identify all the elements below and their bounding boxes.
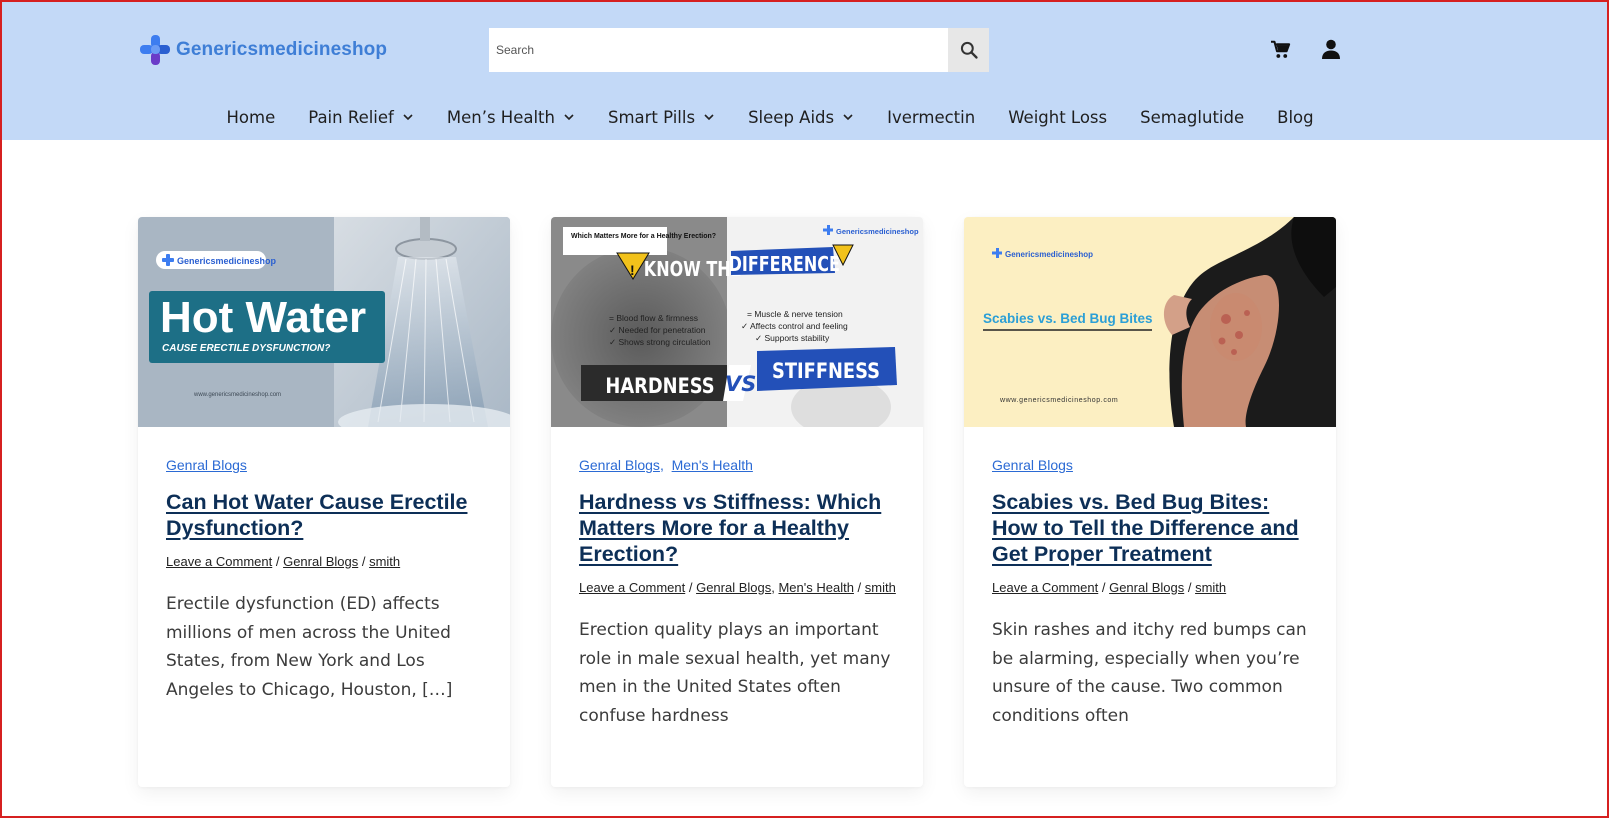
nav-item-smart-pills[interactable]: Smart Pills	[608, 108, 715, 127]
user-icon	[1322, 39, 1340, 59]
svg-text:!: !	[630, 262, 635, 278]
image-banner-right: DIFFERENCE	[729, 253, 840, 276]
image-banner-left: KNOW THE	[644, 258, 742, 281]
account-button[interactable]	[1321, 39, 1341, 62]
chevron-down-icon	[843, 114, 853, 121]
nav-item-weight-loss[interactable]: Weight Loss	[1008, 108, 1107, 127]
nav-item-sleep-aids[interactable]: Sleep Aids	[748, 108, 854, 127]
image-headline-text: Scabies vs. Bed Bug Bites	[983, 311, 1153, 326]
nav-item-blog[interactable]: Blog	[1277, 108, 1313, 127]
category-link[interactable]: Genral Blogs	[166, 457, 247, 473]
post-categories: Genral Blogs, Men's Health	[579, 457, 753, 473]
image-url-text: www.genericsmedicineshop.com	[193, 392, 281, 398]
post-thumbnail[interactable]: Genericsmedicineshop Scabies vs. Bed Bug…	[964, 217, 1336, 427]
nav-item-pain-relief[interactable]: Pain Relief	[308, 108, 414, 127]
main-nav: Home Pain Relief Men’s Health Smart Pill…	[210, 102, 1330, 132]
post-card: Which Matters More for a Healthy Erectio…	[551, 217, 923, 787]
comment-link[interactable]: Leave a Comment	[992, 580, 1098, 595]
author-link[interactable]: smith	[369, 554, 400, 569]
post-thumbnail[interactable]: Which Matters More for a Healthy Erectio…	[551, 217, 923, 427]
left-point-3: ✓ Shows strong circulation	[609, 337, 711, 347]
image-headline-text: Hot Water	[160, 293, 366, 342]
post-categories: Genral Blogs	[992, 457, 1312, 473]
left-point-1: = Blood flow & firmness	[609, 313, 698, 323]
post-meta: Leave a Comment / Genral Blogs / smith	[166, 554, 401, 569]
image-brand-text: Genericsmedicineshop	[836, 227, 919, 236]
author-link[interactable]: smith	[865, 580, 896, 595]
right-point-2: ✓ Affects control and feeling	[741, 321, 848, 331]
image-brand-text: Genericsmedicineshop	[1005, 250, 1093, 259]
scabies-vs-bed-bug-image: Genericsmedicineshop Scabies vs. Bed Bug…	[964, 217, 1336, 427]
chevron-down-icon	[564, 114, 574, 121]
post-thumbnail[interactable]: Genericsmedicineshop Hot Water CAUSE ERE…	[138, 217, 510, 427]
search-form	[489, 28, 989, 72]
post-excerpt: Skin rashes and itchy red bumps can be a…	[992, 620, 1307, 726]
chevron-down-icon	[704, 114, 714, 121]
meta-category-link[interactable]: Genral Blogs	[696, 580, 771, 595]
nav-item-home[interactable]: Home	[227, 108, 276, 127]
category-link[interactable]: Genral Blogs	[579, 457, 660, 473]
nav-item-ivermectin[interactable]: Ivermectin	[887, 108, 975, 127]
image-left-label: HARDNESS	[605, 374, 714, 399]
image-subhead-text: CAUSE ERECTILE DYSFUNCTION?	[162, 343, 330, 354]
post-card: Genericsmedicineshop Hot Water CAUSE ERE…	[138, 217, 510, 787]
nav-item-semaglutide[interactable]: Semaglutide	[1140, 108, 1244, 127]
hardness-vs-stiffness-image: Which Matters More for a Healthy Erectio…	[551, 217, 923, 427]
cart-button[interactable]	[1270, 40, 1291, 62]
right-point-1: = Muscle & nerve tension	[747, 309, 843, 319]
meta-category-link[interactable]: Men's Health	[778, 580, 853, 595]
post-excerpt: Erectile dysfunction (ED) affects millio…	[166, 594, 453, 700]
post-title[interactable]: Can Hot Water Cause Erectile Dysfunction…	[166, 489, 486, 541]
right-point-3: ✓ Supports stability	[755, 333, 830, 343]
comment-link[interactable]: Leave a Comment	[166, 554, 272, 569]
author-link[interactable]: smith	[1195, 580, 1226, 595]
search-input[interactable]	[489, 28, 948, 72]
meta-category-link[interactable]: Genral Blogs	[283, 554, 358, 569]
hot-water-image: Genericsmedicineshop Hot Water CAUSE ERE…	[138, 217, 510, 427]
post-meta: Leave a Comment / Genral Blogs / smith	[992, 580, 1227, 595]
chevron-down-icon	[403, 114, 413, 121]
post-excerpt: Erection quality plays an important role…	[579, 620, 891, 726]
logo-text: Genericsmedicineshop	[176, 39, 388, 60]
logo-cross-icon	[140, 35, 170, 65]
image-question-text: Which Matters More for a Healthy Erectio…	[571, 233, 716, 240]
category-link[interactable]: Men's Health	[672, 457, 753, 473]
post-categories: Genral Blogs	[166, 457, 486, 473]
search-button[interactable]	[948, 28, 989, 72]
image-brand-text: Genericsmedicineshop	[177, 256, 277, 266]
site-header: Genericsmedicineshop Home Pain Relief Me…	[2, 2, 1607, 140]
post-title[interactable]: Hardness vs Stiffness: Which Matters Mor…	[579, 489, 899, 567]
post-meta: Leave a Comment / Genral Blogs, Men's He…	[579, 580, 896, 595]
left-point-2: ✓ Needed for penetration	[609, 325, 706, 335]
meta-category-link[interactable]: Genral Blogs	[1109, 580, 1184, 595]
nav-item-mens-health[interactable]: Men’s Health	[447, 108, 575, 127]
image-right-label: STIFFNESS	[772, 359, 880, 384]
category-link[interactable]: Genral Blogs	[992, 457, 1073, 473]
post-title[interactable]: Scabies vs. Bed Bug Bites: How to Tell t…	[992, 489, 1312, 567]
image-vs-label: VS	[725, 372, 756, 396]
comment-link[interactable]: Leave a Comment	[579, 580, 685, 595]
post-card: Genericsmedicineshop Scabies vs. Bed Bug…	[964, 217, 1336, 787]
site-logo[interactable]: Genericsmedicineshop	[140, 35, 387, 65]
cart-icon	[1271, 40, 1291, 58]
search-icon	[960, 41, 978, 59]
image-url-text: www.genericsmedicineshop.com	[999, 397, 1118, 404]
